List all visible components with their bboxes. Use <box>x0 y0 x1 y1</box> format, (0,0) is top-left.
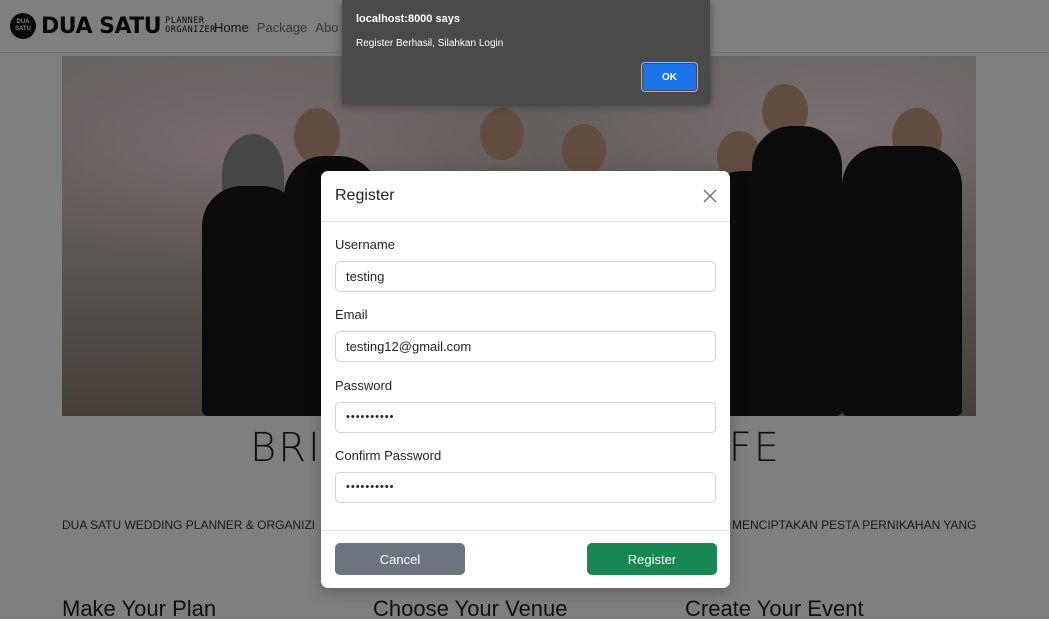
alert-title: localhost:8000 says <box>356 13 460 25</box>
alert-message: Register Berhasil, Silahkan Login <box>356 38 504 49</box>
confirm-password-label: Confirm Password <box>335 448 442 463</box>
register-modal: Register Username testing Email testing1… <box>321 171 730 588</box>
email-label: Email <box>335 307 368 322</box>
cancel-button[interactable]: Cancel <box>335 543 465 575</box>
username-label: Username <box>335 237 395 252</box>
register-button[interactable]: Register <box>587 543 717 575</box>
password-input[interactable]: •••••••••• <box>335 402 716 433</box>
modal-header: Register <box>321 171 730 222</box>
confirm-password-input[interactable]: •••••••••• <box>335 472 716 503</box>
close-icon[interactable] <box>701 187 719 205</box>
email-input[interactable]: testing12@gmail.com <box>335 331 716 362</box>
modal-title: Register <box>335 187 395 204</box>
password-label: Password <box>335 378 393 393</box>
username-input[interactable]: testing <box>335 261 716 292</box>
alert-ok-button[interactable]: OK <box>641 62 698 92</box>
